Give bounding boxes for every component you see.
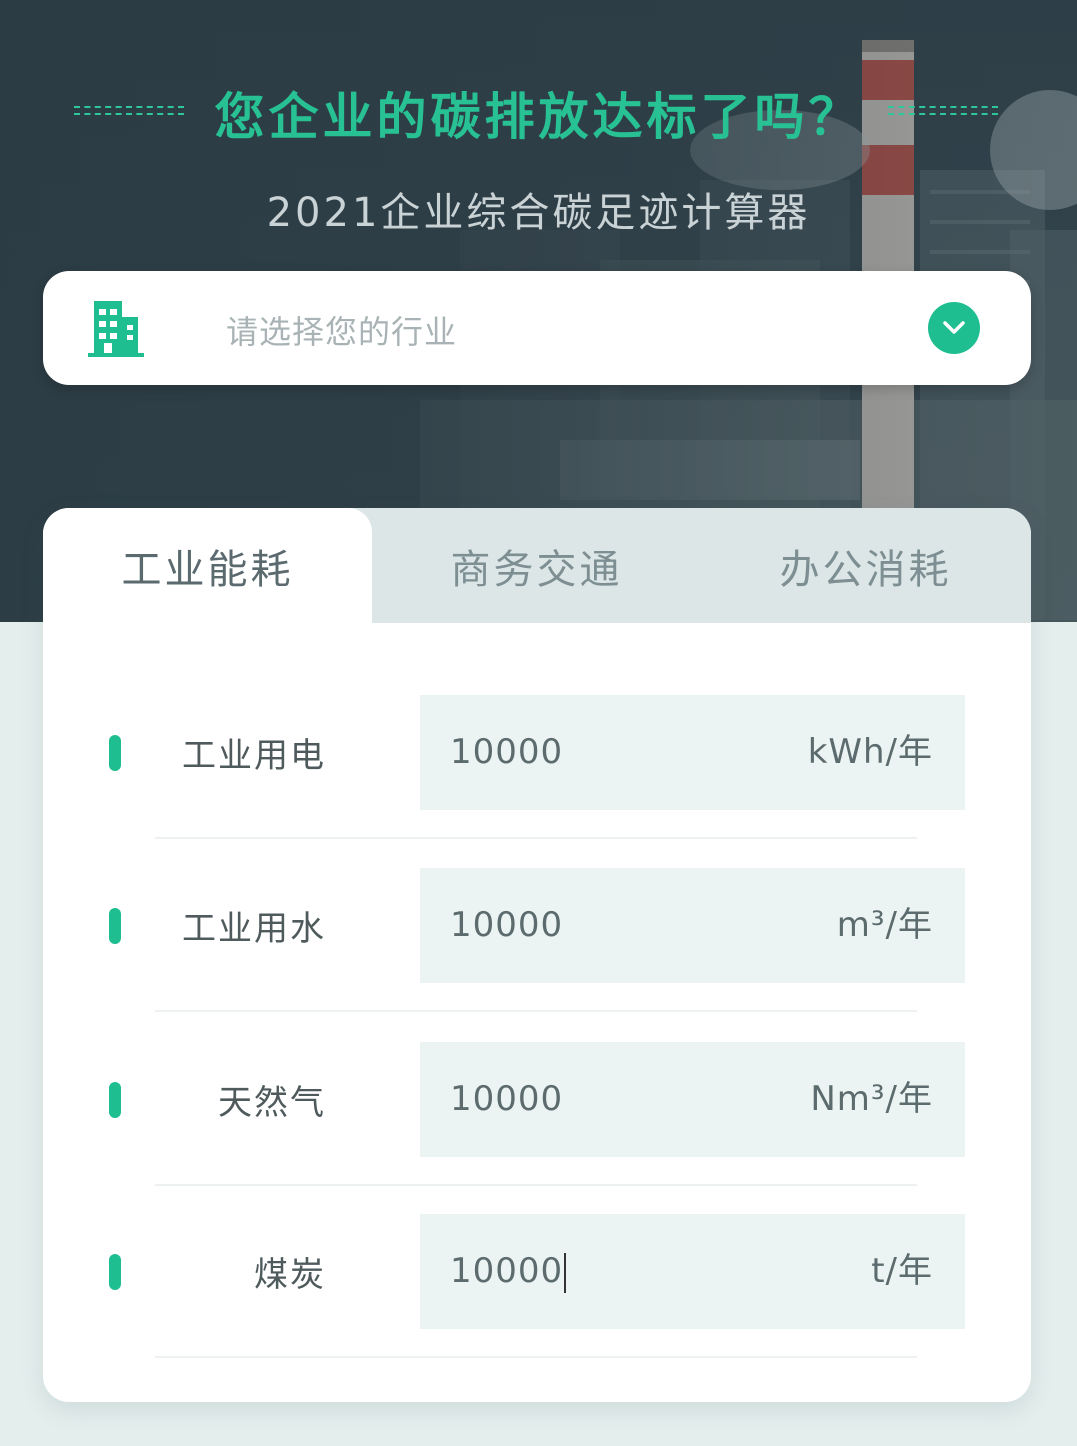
tab-business-travel[interactable]: 商务交通 xyxy=(372,508,701,623)
text-caret xyxy=(564,1252,567,1293)
coal-input[interactable]: 10000 t/年 xyxy=(420,1214,965,1329)
input-row-electricity: 工业用电 10000 kWh/年 xyxy=(43,695,1031,810)
dash-decoration-left xyxy=(74,106,184,115)
input-unit: Nm³/年 xyxy=(810,1079,933,1119)
input-value-text: 10000 xyxy=(450,1251,564,1291)
input-value: 10000 xyxy=(450,1214,567,1329)
row-marker xyxy=(109,735,121,771)
page-subtitle: 2021企业综合碳足迹计算器 xyxy=(266,190,811,236)
input-row-coal: 煤炭 10000 t/年 xyxy=(43,1214,1031,1329)
industry-select-placeholder: 请选择您的行业 xyxy=(226,313,458,351)
row-label: 煤炭 xyxy=(254,1255,326,1295)
headline-row: 您企业的碳排放达标了吗？ xyxy=(0,78,1077,148)
input-value: 10000 xyxy=(450,732,564,772)
water-input[interactable]: 10000 m³/年 xyxy=(420,868,965,983)
industry-select[interactable]: 请选择您的行业 xyxy=(43,271,1031,385)
building-icon xyxy=(88,299,144,357)
input-unit: m³/年 xyxy=(836,905,933,945)
calculator-card: 商务交通 办公消耗 工业能耗 工业用电 10000 kWh/年 工业用水 100… xyxy=(43,508,1031,1402)
input-unit: t/年 xyxy=(871,1251,933,1291)
input-row-natural-gas: 天然气 10000 Nm³/年 xyxy=(43,1042,1031,1157)
row-label: 天然气 xyxy=(218,1083,326,1123)
tab-industrial-energy[interactable]: 工业能耗 xyxy=(43,508,372,623)
input-value: 10000 xyxy=(450,905,564,945)
dash-decoration-right xyxy=(888,106,998,115)
input-row-water: 工业用水 10000 m³/年 xyxy=(43,868,1031,983)
row-label: 工业用水 xyxy=(182,909,326,949)
category-tabs: 商务交通 办公消耗 工业能耗 xyxy=(43,508,1031,623)
row-divider xyxy=(155,837,917,839)
natural-gas-input[interactable]: 10000 Nm³/年 xyxy=(420,1042,965,1157)
row-divider xyxy=(155,1010,917,1012)
row-marker xyxy=(109,1082,121,1118)
page-title: 您企业的碳排放达标了吗？ xyxy=(214,88,863,146)
row-marker xyxy=(109,908,121,944)
input-value: 10000 xyxy=(450,1079,564,1119)
chevron-down-icon[interactable] xyxy=(928,302,980,354)
row-marker xyxy=(109,1254,121,1290)
tab-office-consumption[interactable]: 办公消耗 xyxy=(701,508,1030,623)
row-label: 工业用电 xyxy=(182,736,326,776)
row-divider xyxy=(155,1184,917,1186)
input-unit: kWh/年 xyxy=(807,732,933,772)
row-divider xyxy=(155,1356,917,1358)
electricity-input[interactable]: 10000 kWh/年 xyxy=(420,695,965,810)
